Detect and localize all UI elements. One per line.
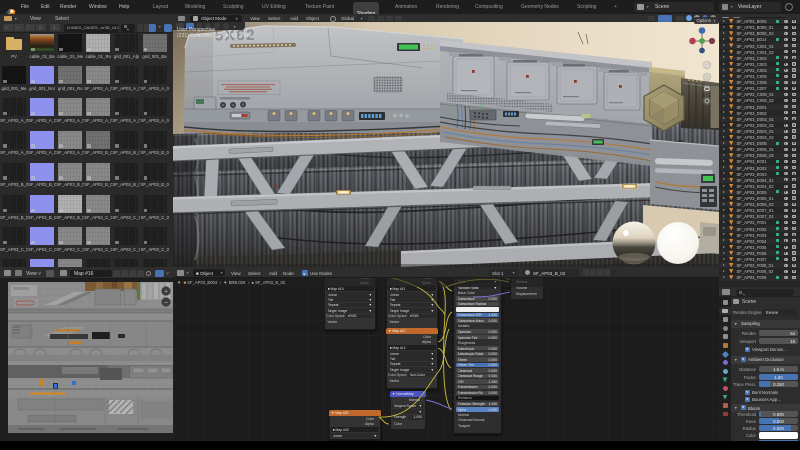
svg-text:+: + bbox=[164, 289, 168, 296]
svg-text:–: – bbox=[164, 300, 168, 307]
